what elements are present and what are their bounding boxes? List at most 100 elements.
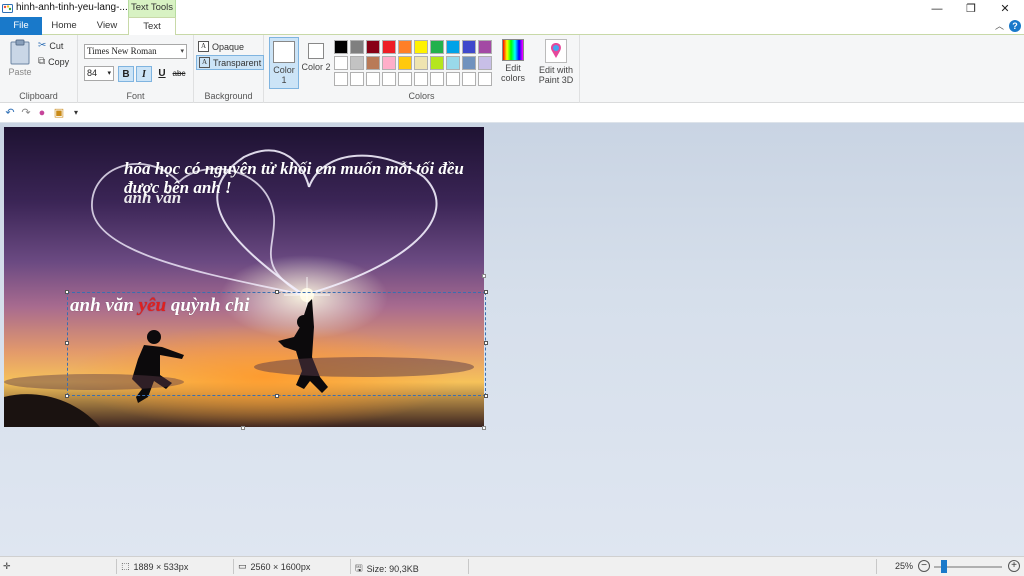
paint-app-icon[interactable]: [2, 3, 13, 14]
text-edit-box[interactable]: [65, 290, 488, 398]
palette-swatch[interactable]: [462, 72, 476, 86]
font-family-select[interactable]: Times New Roman ▾: [84, 44, 187, 59]
palette-swatch[interactable]: [398, 72, 412, 86]
palette-swatch[interactable]: [398, 56, 412, 70]
ribbon-tabs: File Home View Text ︿ ?: [0, 17, 1024, 36]
palette-swatch[interactable]: [350, 56, 364, 70]
edit-colors-button[interactable]: Edit colors: [497, 39, 529, 83]
zoom-in-button[interactable]: +: [1008, 560, 1020, 572]
selection-size: ⬚ 1889 × 533px: [121, 561, 188, 572]
font-size-select[interactable]: 84 ▾: [84, 66, 114, 81]
zoom-out-button[interactable]: −: [918, 560, 930, 572]
cursor-position-icon: ✛: [3, 561, 11, 571]
palette-swatch[interactable]: [478, 56, 492, 70]
color1-button[interactable]: Color 1: [269, 37, 299, 89]
quick-access-toolbar: ↶ ↷ ● ▣ ▾: [0, 103, 1024, 123]
canvas-resize-handle-bottom[interactable]: [241, 426, 245, 430]
palette-swatch[interactable]: [430, 40, 444, 54]
minimize-button[interactable]: —: [920, 0, 954, 17]
palette-swatch[interactable]: [334, 40, 348, 54]
selection-icon: ⬚: [121, 561, 130, 571]
tab-text[interactable]: Text: [128, 17, 176, 36]
title-bar: hinh-anh-tinh-yeu-lang-... Text Tools — …: [0, 0, 1024, 17]
palette-swatch[interactable]: [446, 56, 460, 70]
opaque-button[interactable]: A Opaque: [196, 39, 246, 54]
tab-view[interactable]: View: [86, 17, 128, 35]
zoom-slider-thumb[interactable]: [941, 560, 947, 573]
text-box-handle[interactable]: [65, 290, 69, 294]
customize-toolbar-icon[interactable]: ▾: [70, 107, 82, 119]
tab-home[interactable]: Home: [42, 17, 86, 35]
copy-button[interactable]: ⧉ Copy: [38, 56, 69, 67]
palette-swatch[interactable]: [462, 56, 476, 70]
canvas-text-line3: anh văn: [124, 188, 182, 207]
palette-swatch[interactable]: [366, 56, 380, 70]
palette-swatch[interactable]: [430, 56, 444, 70]
cut-label: Cut: [49, 40, 64, 51]
palette-swatch[interactable]: [430, 72, 444, 86]
edit-with-paint3d-button[interactable]: Edit with Paint 3D: [534, 39, 578, 85]
font-size-value: 84: [87, 68, 98, 78]
palette-swatch[interactable]: [382, 56, 396, 70]
palette-swatch[interactable]: [398, 40, 412, 54]
canvas-resize-handle-corner[interactable]: [482, 426, 486, 430]
palette-swatch[interactable]: [366, 40, 380, 54]
palette-swatch[interactable]: [478, 72, 492, 86]
file-size: 🖫 Size: 90,3KB: [355, 561, 419, 576]
palette-swatch[interactable]: [462, 40, 476, 54]
palette-swatch[interactable]: [478, 40, 492, 54]
opaque-icon: A: [198, 41, 209, 52]
text-box-handle[interactable]: [275, 290, 279, 294]
palette-swatch[interactable]: [414, 40, 428, 54]
palette-swatch[interactable]: [446, 72, 460, 86]
status-bar: ✛ ⬚ 1889 × 533px ▭ 2560 × 1600px 🖫 Size:…: [0, 556, 1024, 576]
undo-icon[interactable]: ↶: [4, 107, 16, 119]
paste-icon: [10, 39, 30, 65]
bold-button[interactable]: B: [118, 66, 134, 82]
text-box-handle[interactable]: [484, 394, 488, 398]
restore-button[interactable]: ❐: [954, 0, 988, 17]
save-icon[interactable]: ▣: [53, 107, 65, 119]
status-divider: [233, 559, 234, 574]
color2-button[interactable]: Color 2: [301, 37, 331, 89]
redo-icon[interactable]: ↷: [20, 107, 32, 119]
palette-swatch[interactable]: [414, 72, 428, 86]
color1-swatch: [273, 41, 295, 63]
cut-button[interactable]: ✂ Cut: [38, 40, 63, 51]
palette-swatch[interactable]: [446, 40, 460, 54]
paste-button[interactable]: Paste: [6, 39, 34, 77]
window-title: hinh-anh-tinh-yeu-lang-...: [16, 2, 128, 13]
edit-colors-label: Edit colors: [500, 63, 525, 83]
help-icon[interactable]: ?: [1009, 20, 1021, 32]
text-box-handle[interactable]: [484, 341, 488, 345]
context-tab-text-tools: Text Tools: [128, 0, 176, 17]
group-clipboard: Paste ✂ Cut ⧉ Copy Clipboard: [0, 35, 78, 103]
status-divider: [876, 559, 877, 574]
italic-button[interactable]: I: [136, 66, 152, 82]
transparent-button[interactable]: A Transparent: [196, 55, 265, 70]
paint3d-label: Edit with Paint 3D: [538, 65, 574, 85]
text-box-handle[interactable]: [275, 394, 279, 398]
palette-swatch[interactable]: [414, 56, 428, 70]
file-size-value: Size: 90,3KB: [366, 564, 419, 574]
paint-drop-icon[interactable]: ●: [36, 107, 48, 119]
close-button[interactable]: ✕: [988, 0, 1022, 17]
palette-swatch[interactable]: [334, 72, 348, 86]
strikethrough-button[interactable]: abc: [171, 66, 187, 82]
palette-swatch[interactable]: [350, 40, 364, 54]
underline-button[interactable]: U: [154, 66, 170, 82]
palette-swatch[interactable]: [382, 40, 396, 54]
tab-file[interactable]: File: [0, 17, 42, 35]
palette-swatch[interactable]: [350, 72, 364, 86]
collapse-ribbon-icon[interactable]: ︿: [995, 19, 1004, 32]
scissors-icon: ✂: [38, 40, 47, 51]
palette-swatch[interactable]: [334, 56, 348, 70]
text-box-handle[interactable]: [65, 341, 69, 345]
palette-swatch[interactable]: [366, 72, 380, 86]
status-divider: [116, 559, 117, 574]
color2-swatch: [308, 43, 324, 59]
text-box-handle[interactable]: [484, 290, 488, 294]
palette-swatch[interactable]: [382, 72, 396, 86]
text-box-handle[interactable]: [65, 394, 69, 398]
canvas-resize-handle-right[interactable]: [482, 274, 486, 278]
